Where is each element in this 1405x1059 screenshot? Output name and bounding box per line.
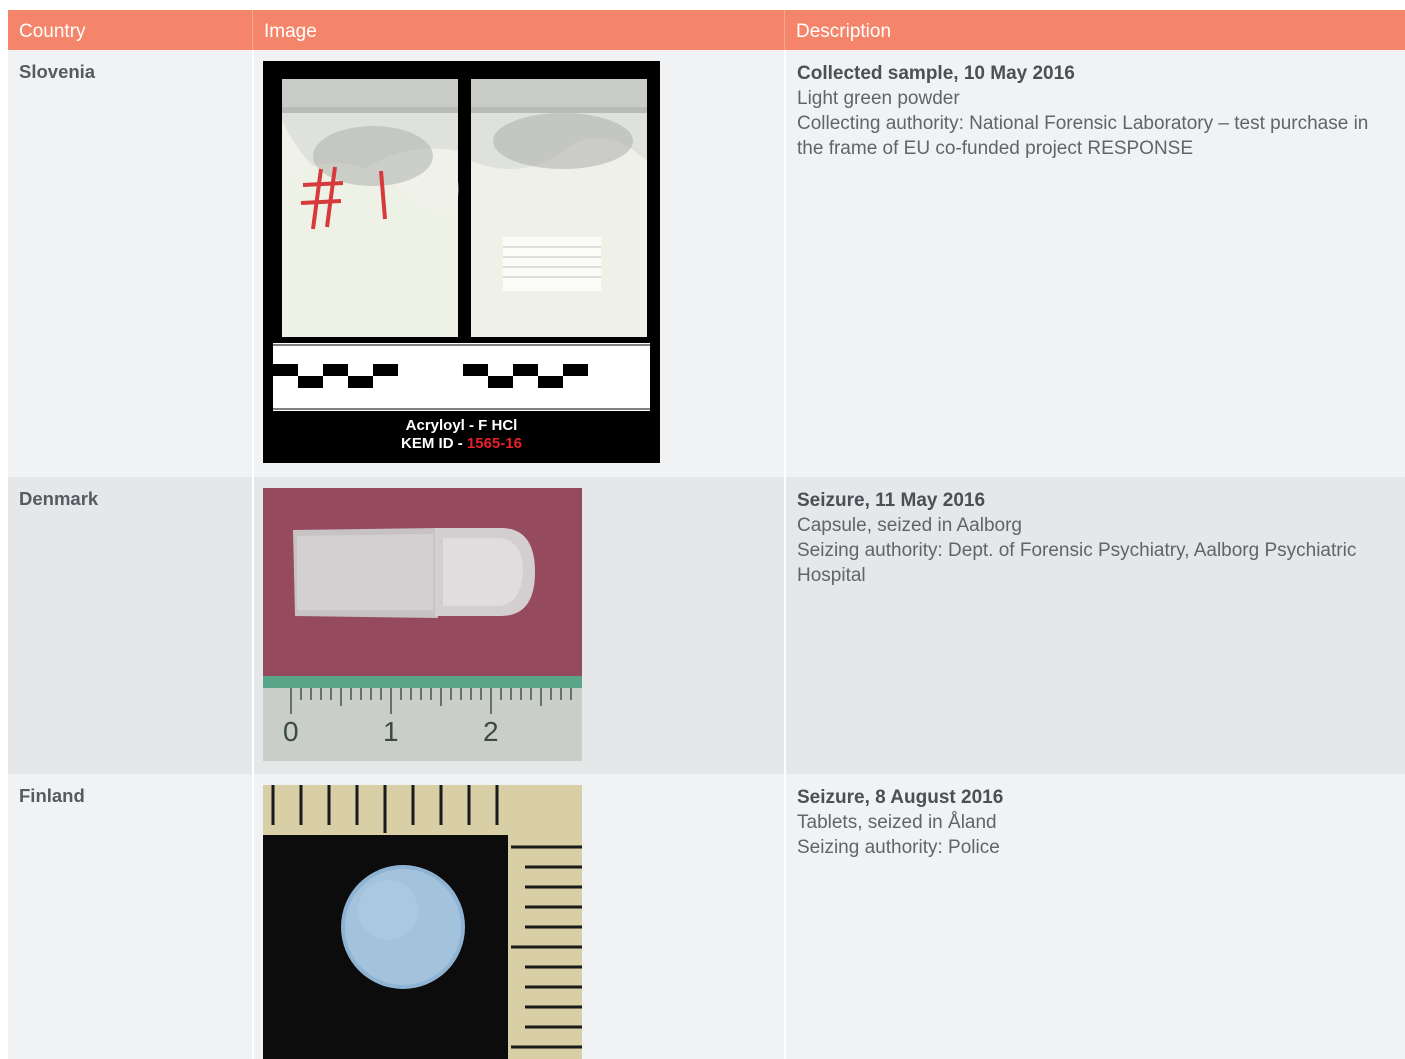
table-row: Denmark 0 1 2 Seizure, 11 May 2016 Capsu… bbox=[8, 477, 1405, 774]
image-cell: Acryloyl - F HCl KEM ID - 1565-16 bbox=[252, 50, 784, 477]
photo-caption-name: Acryloyl - F HCl bbox=[405, 417, 518, 434]
header-description: Description bbox=[784, 10, 1405, 50]
capsule-photo: 0 1 2 bbox=[263, 488, 582, 761]
description-line: Tablets, seized in Åland bbox=[797, 812, 997, 833]
table-row: Slovenia Acryloyl - F HCl KEM ID - 1565-… bbox=[8, 50, 1405, 477]
description-line: Collecting authority: National Forensic … bbox=[797, 113, 1369, 159]
ruler-mark: 0 bbox=[283, 716, 299, 747]
description-title: Collected sample, 10 May 2016 bbox=[797, 63, 1075, 84]
description-title: Seizure, 11 May 2016 bbox=[797, 490, 986, 511]
header-country: Country bbox=[19, 21, 86, 42]
country-name: Denmark bbox=[19, 488, 99, 509]
description-line: Light green powder bbox=[797, 88, 960, 109]
description-line: Seizing authority: Dept. of Forensic Psy… bbox=[797, 540, 1357, 586]
description-cell: Seizure, 11 May 2016 Capsule, seized in … bbox=[784, 477, 1405, 774]
country-cell: Denmark bbox=[8, 477, 252, 774]
image-cell: 0 1 2 bbox=[252, 477, 784, 774]
description-line: Seizing authority: Police bbox=[797, 837, 1000, 858]
image-cell bbox=[252, 774, 784, 1059]
description-cell: Collected sample, 10 May 2016 Light gree… bbox=[784, 50, 1405, 477]
ruler-mark: 2 bbox=[483, 716, 499, 747]
table-row: Finland Seizure, 8 August 2016 Tablets, … bbox=[8, 774, 1405, 1059]
sample-photo: Acryloyl - F HCl KEM ID - 1565-16 bbox=[263, 61, 660, 463]
country-name: Slovenia bbox=[19, 61, 96, 82]
photo-caption-id: KEM ID - 1565-16 bbox=[263, 435, 660, 452]
description-line: Capsule, seized in Aalborg bbox=[797, 515, 1022, 536]
country-name: Finland bbox=[19, 785, 85, 806]
description-title: Seizure, 8 August 2016 bbox=[797, 787, 1004, 808]
photo-caption-id-prefix: KEM ID - bbox=[401, 435, 467, 452]
country-cell: Finland bbox=[8, 774, 252, 1059]
photo-caption-id-value: 1565-16 bbox=[466, 435, 522, 452]
ruler-mark: 1 bbox=[383, 716, 399, 747]
header-image: Image bbox=[252, 10, 784, 50]
description-cell: Seizure, 8 August 2016 Tablets, seized i… bbox=[784, 774, 1405, 1059]
table-header: Country Image Description bbox=[8, 10, 1405, 50]
tablet-photo bbox=[263, 785, 582, 1059]
country-cell: Slovenia bbox=[8, 50, 252, 477]
